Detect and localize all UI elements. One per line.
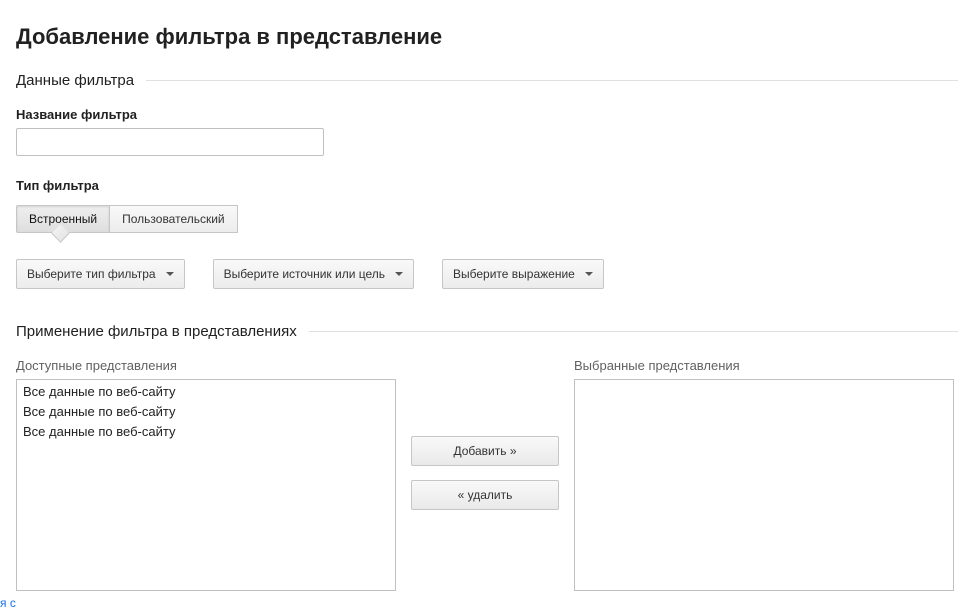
filter-name-input[interactable] (16, 128, 324, 156)
page-title: Добавление фильтра в представление (16, 24, 958, 50)
caret-down-icon (585, 272, 593, 276)
dropdown-expression[interactable]: Выберите выражение (442, 259, 604, 289)
list-item[interactable]: Все данные по веб-сайту (17, 422, 395, 442)
caret-down-icon (166, 272, 174, 276)
dropdown-source-target-label: Выберите источник или цель (224, 267, 385, 281)
add-button[interactable]: Добавить » (411, 436, 559, 466)
section-filter-data-label: Данные фильтра (16, 72, 146, 89)
divider (146, 80, 958, 81)
corner-link[interactable]: я с (0, 596, 16, 610)
selected-views-listbox[interactable] (574, 379, 954, 591)
section-filter-data: Данные фильтра (16, 72, 958, 89)
divider (309, 331, 958, 332)
caret-down-icon (395, 272, 403, 276)
available-views-listbox[interactable]: Все данные по веб-сайтуВсе данные по веб… (16, 379, 396, 591)
filter-type-segmented: Встроенный Пользовательский (16, 205, 238, 233)
filter-type-label: Тип фильтра (16, 178, 958, 193)
section-apply-label: Применение фильтра в представлениях (16, 323, 309, 340)
filter-name-label: Название фильтра (16, 107, 958, 122)
segmented-custom-button[interactable]: Пользовательский (109, 205, 238, 233)
dropdown-expression-label: Выберите выражение (453, 267, 575, 281)
dropdown-filter-type-label: Выберите тип фильтра (27, 267, 156, 281)
available-views-label: Доступные представления (16, 358, 396, 373)
section-apply: Применение фильтра в представлениях (16, 323, 958, 340)
list-item[interactable]: Все данные по веб-сайту (17, 382, 395, 402)
dropdown-filter-type[interactable]: Выберите тип фильтра (16, 259, 185, 289)
list-item[interactable]: Все данные по веб-сайту (17, 402, 395, 422)
dropdown-source-target[interactable]: Выберите источник или цель (213, 259, 414, 289)
selected-views-label: Выбранные представления (574, 358, 954, 373)
remove-button[interactable]: « удалить (411, 480, 559, 510)
